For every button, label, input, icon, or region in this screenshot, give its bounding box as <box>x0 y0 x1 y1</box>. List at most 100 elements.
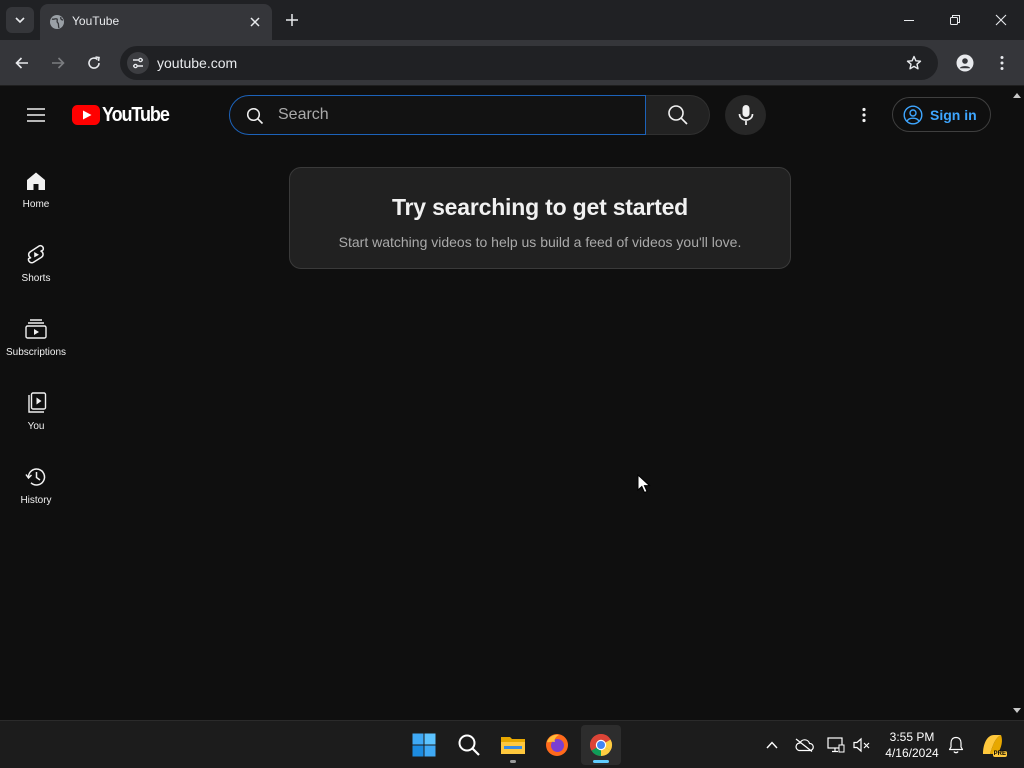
subscriptions-icon <box>24 317 48 341</box>
arrow-left-icon <box>15 57 28 69</box>
scroll-down-arrow-icon[interactable] <box>1013 708 1021 713</box>
nav-item-you[interactable]: You <box>0 385 72 451</box>
reload-icon <box>88 56 100 69</box>
voice-search-button[interactable] <box>725 95 766 135</box>
close-icon <box>995 14 1007 26</box>
tab-title: YouTube <box>72 14 120 28</box>
nav-label-subscriptions: Subscriptions <box>5 347 67 358</box>
sign-in-button[interactable]: Sign in <box>892 97 991 132</box>
sign-in-label: Sign in <box>930 106 977 123</box>
more-vert-icon <box>862 107 866 123</box>
profile-icon <box>956 54 974 72</box>
nav-item-home[interactable]: Home <box>0 163 72 229</box>
taskbar-search-button[interactable] <box>449 725 489 765</box>
clock-time: 3:55 PM <box>889 730 935 744</box>
windows-start-icon <box>412 733 436 757</box>
tray-network[interactable] <box>826 735 846 755</box>
site-info-button[interactable] <box>127 52 149 74</box>
chevron-up-icon <box>766 741 778 749</box>
notifications-button[interactable] <box>946 735 966 755</box>
nav-label-shorts: Shorts <box>21 273 51 284</box>
address-bar[interactable]: youtube.com <box>120 46 938 80</box>
plus-icon <box>286 14 298 26</box>
running-indicator <box>510 760 516 763</box>
hamburger-menu-icon <box>27 108 45 122</box>
shorts-icon <box>24 243 48 267</box>
network-icon <box>827 737 845 753</box>
restore-button[interactable] <box>943 8 967 32</box>
tab-search-button[interactable] <box>6 7 34 33</box>
tune-icon <box>133 57 143 69</box>
nav-item-subscriptions[interactable]: Subscriptions <box>0 311 72 377</box>
browser-tab-strip: YouTube <box>0 0 1024 40</box>
minimize-icon <box>904 20 914 21</box>
prompt-subtitle: Start watching videos to help us build a… <box>338 234 742 250</box>
search-input[interactable] <box>278 104 628 126</box>
microphone-icon <box>738 105 753 125</box>
restore-icon <box>950 15 960 25</box>
nav-label-home: Home <box>22 199 50 210</box>
search-icon <box>246 107 264 125</box>
settings-more-button[interactable] <box>852 103 876 127</box>
youtube-logo[interactable]: YouTube <box>72 104 176 126</box>
nav-item-shorts[interactable]: Shorts <box>0 237 72 303</box>
globe-icon <box>50 15 64 29</box>
url-text: youtube.com <box>157 55 238 71</box>
account-circle-icon <box>903 104 923 125</box>
bookmark-button[interactable] <box>904 53 924 73</box>
tab-close-button[interactable] <box>246 13 264 31</box>
browser-tab[interactable]: YouTube <box>40 4 272 40</box>
taskbar-file-explorer[interactable] <box>493 725 533 765</box>
new-tab-button[interactable] <box>282 10 302 30</box>
minimize-button[interactable] <box>897 8 921 32</box>
more-vert-icon <box>1000 56 1004 70</box>
close-icon <box>250 17 260 27</box>
windows-taskbar: 3:55 PM 4/16/2024 PRE <box>0 720 1024 768</box>
youtube-page: YouTube Sign in Home Shorts Subscription… <box>0 87 1024 720</box>
close-window-button[interactable] <box>989 8 1013 32</box>
prompt-title: Try searching to get started <box>391 194 689 220</box>
logo-wordmark: YouTube <box>102 103 170 126</box>
tray-preview-badge[interactable]: PRE <box>980 732 1007 758</box>
home-icon <box>24 169 48 193</box>
page-scrollbar[interactable] <box>1009 87 1024 720</box>
tray-onedrive[interactable] <box>794 735 814 755</box>
nav-label-history: History <box>20 495 52 506</box>
taskbar-clock[interactable]: 3:55 PM 4/16/2024 <box>880 729 944 761</box>
firefox-icon <box>546 734 568 756</box>
clock-date: 4/16/2024 <box>885 746 939 760</box>
search-prompt-card: Try searching to get started Start watch… <box>289 167 791 269</box>
tray-overflow-button[interactable] <box>762 735 782 755</box>
profile-button[interactable] <box>953 51 977 75</box>
active-indicator <box>593 760 609 763</box>
back-button[interactable] <box>10 51 34 75</box>
file-explorer-icon <box>501 737 525 754</box>
reload-button[interactable] <box>82 51 106 75</box>
chrome-icon <box>590 734 612 756</box>
taskbar-start-button[interactable] <box>404 725 444 765</box>
scroll-up-arrow-icon[interactable] <box>1013 93 1021 98</box>
tray-volume[interactable] <box>852 735 872 755</box>
guide-menu-button[interactable] <box>22 103 50 127</box>
volume-muted-icon <box>853 737 870 753</box>
bell-icon <box>948 736 964 754</box>
arrow-right-icon <box>52 57 65 69</box>
search-box[interactable] <box>229 95 646 135</box>
history-icon <box>24 465 48 489</box>
taskbar-firefox[interactable] <box>537 725 577 765</box>
taskbar-chrome[interactable] <box>581 725 621 765</box>
nav-item-history[interactable]: History <box>0 459 72 525</box>
star-icon <box>906 55 922 70</box>
cloud-off-icon <box>795 738 814 752</box>
chevron-down-icon <box>15 17 25 24</box>
search-icon <box>458 734 480 756</box>
forward-button[interactable] <box>46 51 70 75</box>
youtube-play-logo-icon <box>72 105 100 125</box>
chrome-menu-button[interactable] <box>990 51 1014 75</box>
preview-badge-label: PRE <box>992 751 1007 757</box>
mouse-cursor-icon <box>637 474 651 494</box>
you-icon <box>24 391 48 415</box>
nav-label-you: You <box>27 421 45 432</box>
search-button[interactable] <box>646 95 710 135</box>
search-icon <box>667 105 688 125</box>
